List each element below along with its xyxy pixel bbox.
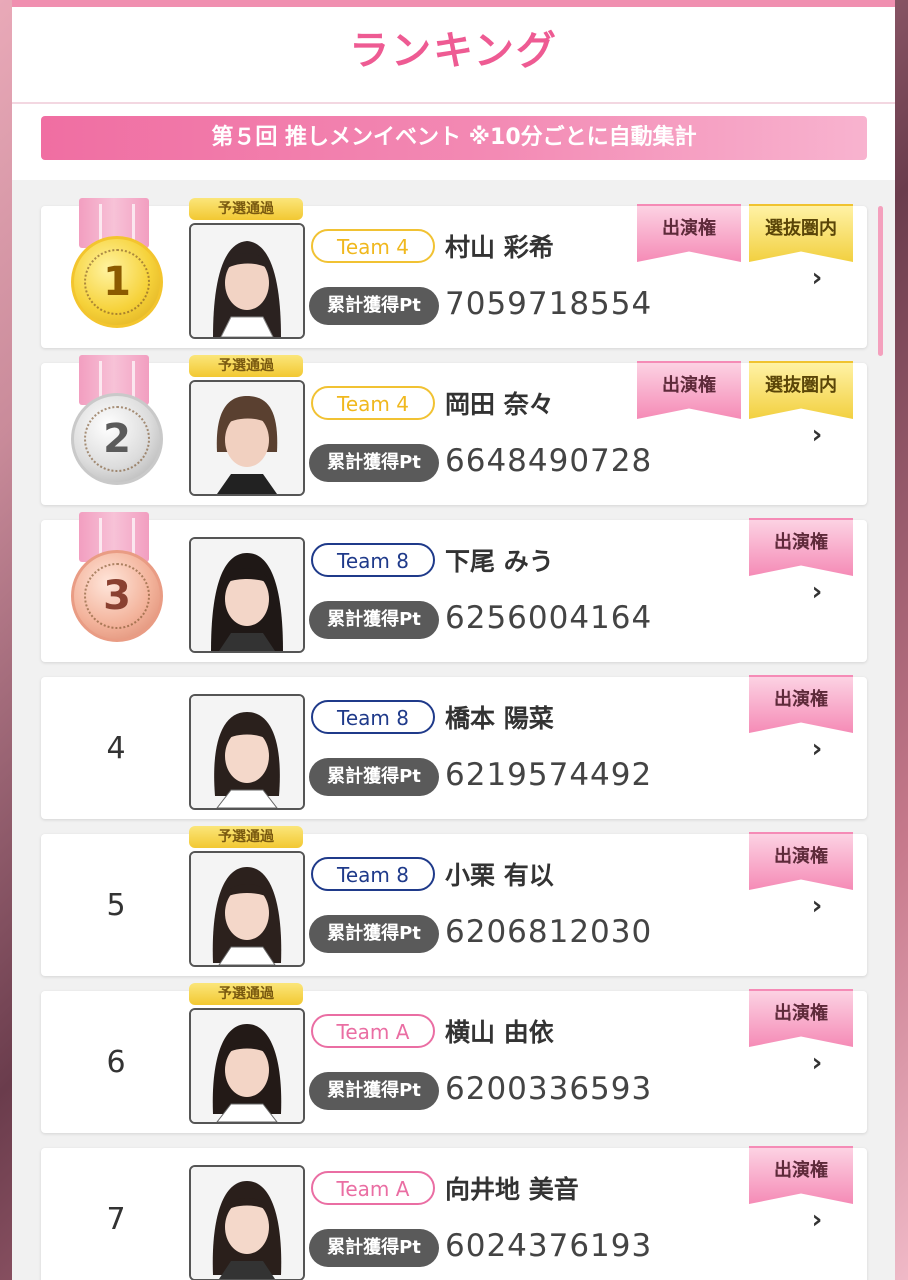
member-photo	[189, 1165, 305, 1280]
ranking-card[interactable]: 4 Team 8 橋本 陽菜 累計獲得Pt 6219574492 出演権 ›	[41, 675, 867, 819]
prelim-pass-tag: 予選通過	[189, 826, 303, 848]
points-value: 6200336593	[445, 1071, 653, 1107]
prelim-pass-tag: 予選通過	[189, 355, 303, 377]
chevron-right-icon[interactable]: ›	[807, 1206, 827, 1234]
points-value: 6219574492	[445, 757, 653, 793]
member-name: 向井地 美音	[445, 1175, 579, 1204]
banner-area: 第５回 推しメンイベント ※10分ごとに自動集計	[12, 104, 895, 180]
prelim-pass-tag: 予選通過	[189, 983, 303, 1005]
rank-number: 4	[106, 730, 126, 766]
page-header: ランキング	[12, 7, 895, 104]
ranking-card[interactable]: 5 予選通過 Team 8 小栗 有以 累計獲得Pt 6206812030 出演…	[41, 826, 867, 976]
team-badge: Team 4	[311, 229, 435, 263]
silver-medal-icon: 2	[71, 393, 163, 485]
rank-number: 7	[106, 1201, 126, 1237]
team-badge: Team A	[311, 1171, 435, 1205]
rank-number: 2	[103, 416, 131, 462]
rank-medal-area: 2	[41, 355, 191, 505]
ranking-panel: ランキング 第５回 推しメンイベント ※10分ごとに自動集計 1 予選通過 Te…	[12, 0, 895, 1280]
team-badge: Team 8	[311, 543, 435, 577]
gold-medal-icon: 1	[71, 236, 163, 328]
ranking-card[interactable]: 2 予選通過 Team 4 岡田 奈々 累計獲得Pt 6648490728 出演…	[41, 355, 867, 505]
chevron-right-icon[interactable]: ›	[807, 1049, 827, 1077]
rank-number: 5	[106, 887, 126, 923]
member-name: 橋本 陽菜	[445, 704, 554, 733]
member-photo	[189, 380, 305, 496]
ranking-list[interactable]: 1 予選通過 Team 4 村山 彩希 累計獲得Pt 7059718554 出演…	[12, 180, 895, 1280]
member-photo	[189, 537, 305, 653]
member-photo	[189, 694, 305, 810]
chevron-right-icon[interactable]: ›	[807, 578, 827, 606]
rank-number: 3	[103, 573, 131, 619]
rank-medal-area: 1	[41, 198, 191, 348]
team-badge: Team 8	[311, 857, 435, 891]
points-label: 累計獲得Pt	[309, 601, 439, 639]
team-badge: Team 8	[311, 700, 435, 734]
points-label: 累計獲得Pt	[309, 758, 439, 796]
member-name: 小栗 有以	[445, 861, 554, 890]
chevron-right-icon[interactable]: ›	[807, 892, 827, 920]
chevron-right-icon[interactable]: ›	[807, 421, 827, 449]
points-label: 累計獲得Pt	[309, 287, 439, 325]
appearance-ribbon: 出演権	[637, 204, 741, 262]
points-value: 7059718554	[445, 286, 653, 322]
ranking-card[interactable]: 7 Team A 向井地 美音 累計獲得Pt 6024376193 出演権 ›	[41, 1146, 867, 1280]
appearance-ribbon: 出演権	[749, 518, 853, 576]
appearance-ribbon: 出演権	[749, 1146, 853, 1204]
ranking-card[interactable]: 6 予選通過 Team A 横山 由依 累計獲得Pt 6200336593 出演…	[41, 983, 867, 1133]
team-badge: Team 4	[311, 386, 435, 420]
appearance-ribbon: 出演権	[749, 989, 853, 1047]
member-name: 村山 彩希	[445, 233, 554, 262]
points-value: 6024376193	[445, 1228, 653, 1264]
page-title: ランキング	[349, 28, 558, 74]
ranking-card[interactable]: 1 予選通過 Team 4 村山 彩希 累計獲得Pt 7059718554 出演…	[41, 198, 867, 348]
selection-ribbon: 選抜圏内	[749, 204, 853, 262]
member-name: 下尾 みう	[445, 547, 554, 576]
points-value: 6206812030	[445, 914, 653, 950]
team-badge: Team A	[311, 1014, 435, 1048]
member-photo	[189, 851, 305, 967]
top-accent-bar	[12, 0, 895, 7]
points-value: 6648490728	[445, 443, 653, 479]
rank-number: 1	[103, 259, 131, 305]
member-photo	[189, 223, 305, 339]
scrollbar[interactable]	[878, 206, 883, 356]
points-label: 累計獲得Pt	[309, 915, 439, 953]
appearance-ribbon: 出演権	[749, 832, 853, 890]
chevron-right-icon[interactable]: ›	[807, 735, 827, 763]
points-value: 6256004164	[445, 600, 653, 636]
member-name: 岡田 奈々	[445, 390, 554, 419]
points-label: 累計獲得Pt	[309, 1229, 439, 1267]
selection-ribbon: 選抜圏内	[749, 361, 853, 419]
chevron-right-icon[interactable]: ›	[807, 264, 827, 292]
bronze-medal-icon: 3	[71, 550, 163, 642]
prelim-pass-tag: 予選通過	[189, 198, 303, 220]
appearance-ribbon: 出演権	[749, 675, 853, 733]
ranking-card[interactable]: 3 Team 8 下尾 みう 累計獲得Pt 6256004164 出演権 ›	[41, 512, 867, 662]
points-label: 累計獲得Pt	[309, 444, 439, 482]
points-label: 累計獲得Pt	[309, 1072, 439, 1110]
member-photo	[189, 1008, 305, 1124]
member-name: 横山 由依	[445, 1018, 554, 1047]
appearance-ribbon: 出演権	[637, 361, 741, 419]
event-banner: 第５回 推しメンイベント ※10分ごとに自動集計	[41, 116, 867, 160]
rank-medal-area: 3	[41, 512, 191, 662]
rank-number: 6	[106, 1044, 126, 1080]
